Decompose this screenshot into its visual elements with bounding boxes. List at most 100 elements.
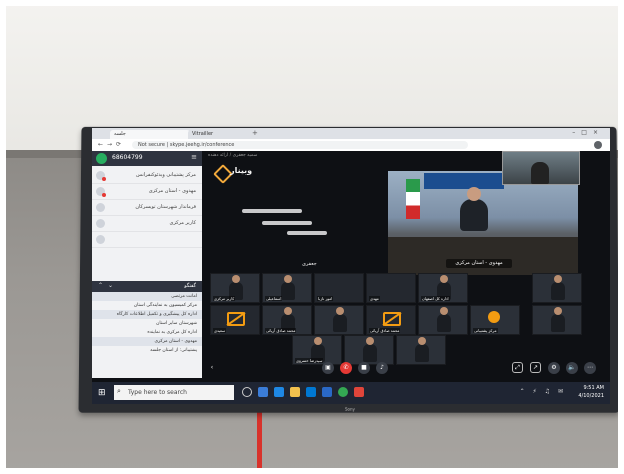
room-icon [96,153,107,164]
participants-sidebar: 68604799 ≡ مرکز پشتیبانی ویدئوکنفرانس مه… [92,151,202,378]
chat-message: شهرستان سایر استان [156,321,197,326]
chat-message: مرکز کمیسیون به نمایندگی استان [133,303,197,308]
store-icon[interactable] [322,387,332,397]
tile-name: اداره کل اصفهان [421,296,450,301]
camera-off-icon [227,312,245,326]
clock-time: 9:51 AM [583,385,604,391]
participant-tile[interactable] [532,273,582,303]
participant-name: فرماندار شهرستان تویسرکان [135,204,196,210]
participant-tile[interactable]: مرکز پشتیبانی [470,305,520,335]
microphone-button[interactable]: ♪ [376,362,388,374]
participant-name: مرکز پشتیبانی ویدئوکنفرانس [136,172,196,178]
menu-icon[interactable]: ≡ [191,153,197,161]
chat-message: پشتیبانی: از استان جلسه [150,348,197,353]
participant-item[interactable] [92,232,202,248]
speaker-figure [460,187,488,231]
more-button[interactable]: ⋯ [584,362,596,374]
participant-tile[interactable]: کاربر مرکزی [210,273,260,303]
taskbar-search[interactable]: ⌕ Type here to search [114,385,234,400]
participant-item[interactable]: کاربر مرکزی [92,216,202,232]
chat-message: اداره کل پیشگیری و تکمیل اطلاعات کارگاه [92,310,202,319]
chat-header: ⌃⌄ گفتگو [92,281,202,292]
windows-start-icon[interactable]: ⊞ [98,388,106,398]
avatar-icon [488,311,500,323]
participant-tile[interactable]: محمد صادق آرپائی [262,305,312,335]
participant-tile[interactable] [418,305,468,335]
banner [424,173,504,189]
ceiling-light [242,209,302,213]
chrome-icon[interactable] [338,387,348,397]
volume-button[interactable]: 🔈 [566,362,578,374]
participant-figure [281,275,295,300]
avatar [96,203,105,212]
clock-date: 4/10/2021 [578,393,604,399]
meeting-controls: ‹ ▣ ✆ ■ ♪ ⤢ ↗ ⚙ 🔈 ⋯ [202,358,610,378]
meeting-app: 68604799 ≡ مرکز پشتیبانی ویدئوکنفرانس مه… [92,151,610,378]
edge-icon[interactable] [274,387,284,397]
room-number: 68604799 [112,154,143,161]
browser-tabbar: جلسه Vitrailler + –□× [92,128,610,139]
participant-tile[interactable]: محمد صادق آرپائی [366,305,416,335]
logo-text: وبینار [230,166,253,175]
task-view-icon[interactable] [258,387,268,397]
participant-tile[interactable] [314,305,364,335]
tile-name: مرکز پشتیبانی [473,328,498,333]
avatar [96,219,105,228]
settings-button[interactable]: ⚙ [548,362,560,374]
tv-brand: Sony [344,406,355,412]
tile-name: سعیدی [213,328,227,333]
participant-item[interactable]: مرکز پشتیبانی ویدئوکنفرانس [92,168,202,184]
sidebar-header: 68604799 ≡ [92,151,202,166]
collapse-arrow-icon[interactable]: ‹ [206,362,218,374]
popout-icon[interactable]: ↗ [530,362,541,373]
mail-icon[interactable] [306,387,316,397]
search-placeholder: Type here to search [128,389,187,396]
presenter-name: سمیه جعفری / ارائه دهنده [208,153,258,158]
participant-item[interactable]: مهدوی - استان مرکزی [92,184,202,200]
main-video[interactable]: مهدوی - استان مرکزی [388,171,578,275]
participant-item[interactable]: فرماندار شهرستان تویسرکان [92,200,202,216]
search-icon: ⌕ [117,387,121,395]
chat-title: گفتگو [184,283,196,289]
file-explorer-icon[interactable] [290,387,300,397]
cortana-icon[interactable] [242,387,252,397]
tab-label: جلسه [114,131,126,137]
participant-tile[interactable] [532,305,582,335]
main-video-name: مهدوی - استان مرکزی [446,259,512,268]
participant-tile[interactable]: سعیدی [210,305,260,335]
window-controls[interactable]: –□× [572,129,604,136]
share-screen-button[interactable]: ▣ [322,362,334,374]
video-stage: سمیه جعفری / ارائه دهنده وبینار جعفری مه… [202,151,610,378]
app-icon[interactable] [354,387,364,397]
new-tab-icon[interactable]: + [252,129,258,137]
participant-tile[interactable]: مهدی [366,273,416,303]
speaker-head [467,187,481,201]
participant-tile[interactable]: اداره کل اصفهان [418,273,468,303]
red-cable [257,408,262,474]
tile-name: محمد صادق آرپائی [369,328,401,333]
avatar [96,235,105,244]
flag [406,179,420,219]
camera-button[interactable]: ■ [358,362,370,374]
hangup-button[interactable]: ✆ [340,362,352,374]
chat-controls-icon[interactable]: ⌃⌄ [98,282,118,289]
tab-label: Vitrailler [192,131,214,137]
avatar [96,187,106,197]
self-view[interactable] [502,151,580,185]
profile-icon[interactable] [594,141,602,149]
participant-tile[interactable]: امور نازبا [314,273,364,303]
browser-tab-second[interactable]: Vitrailler [188,130,256,139]
tile-name: امور نازبا [317,296,334,301]
system-tray-icons[interactable]: ⌃ ⚡ ♫ ✉ [520,388,566,395]
url-field[interactable]: Not secure | skype.jeehg.ir/conference [132,141,468,149]
chat-message: اداره کل مرکزی به نماینده [147,330,197,335]
participant-figure [437,307,451,332]
nav-buttons-icon[interactable]: ←→⟳ [98,141,125,148]
participant-name: کاربر مرکزی [169,220,196,226]
participant-list: مرکز پشتیبانی ویدئوکنفرانس مهدوی - استان… [92,166,202,250]
webinar-logo: وبینار [212,161,302,191]
fullscreen-icon[interactable]: ⤢ [512,362,523,373]
clock[interactable]: 9:51 AM 4/10/2021 [578,384,604,400]
browser-tab-meeting[interactable]: جلسه [110,130,190,139]
participant-tile[interactable]: اسماعیلی [262,273,312,303]
